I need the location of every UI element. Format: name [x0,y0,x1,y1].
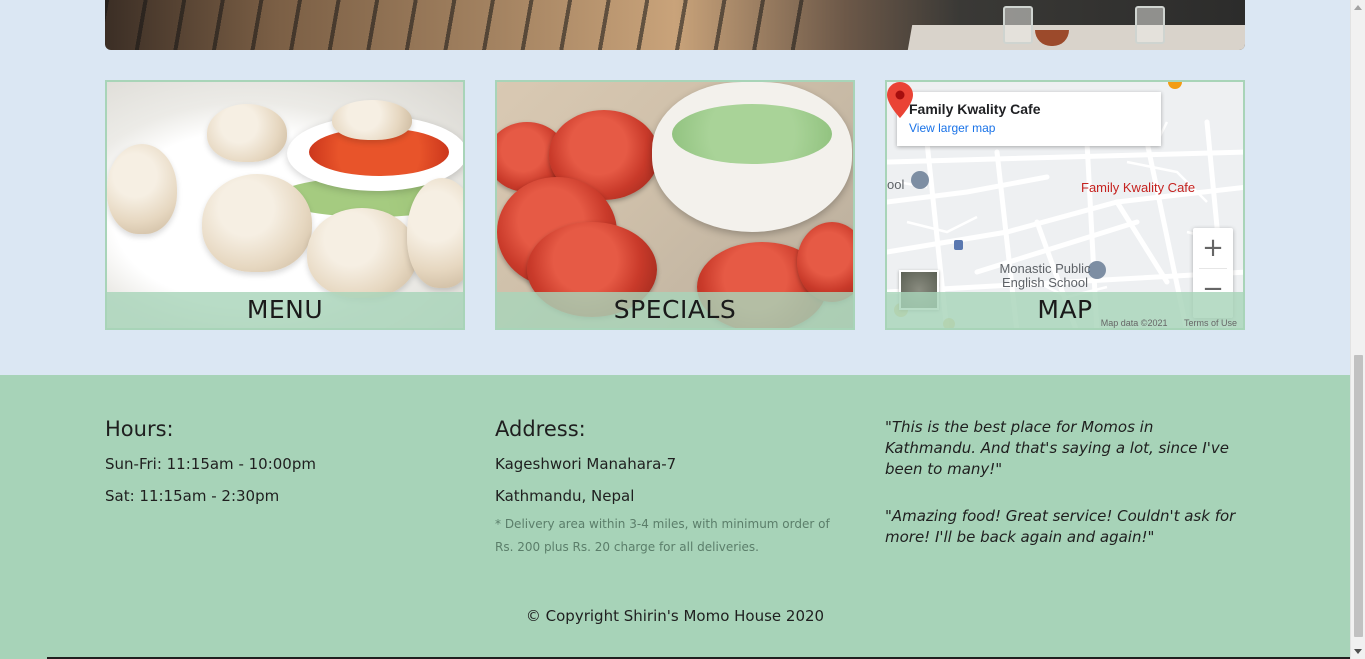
specials-tile[interactable]: SPECIALS [495,80,855,330]
map-attribution: Map data ©2021 Terms of Use [1087,318,1237,328]
view-larger-map-link[interactable]: View larger map [909,121,1149,135]
scroll-up-icon[interactable] [1354,5,1362,10]
map-data-credit: Map data ©2021 [1100,318,1168,328]
reviews-section: "This is the best place for Momos in Kat… [885,417,1245,574]
hours-saturday: Sat: 11:15am - 2:30pm [105,487,280,505]
address-section: Address: Kageshwori Manahara-7 Kathmandu… [495,417,840,559]
scrollbar-thumb[interactable] [1354,355,1363,637]
address-street: Kageshwori Manahara-7 [495,455,677,473]
zoom-in-icon[interactable]: + [1193,228,1233,268]
specials-tile-label[interactable]: SPECIALS [497,292,853,328]
address-heading: Address: [495,417,586,441]
chutney-bowl-graphic [652,82,852,232]
hero-image [105,0,1245,50]
footer: Hours: Sun-Fri: 11:15am - 10:00pm Sat: 1… [0,375,1350,659]
glass-graphic [1003,6,1033,44]
review-quote: "Amazing food! Great service! Couldn't a… [885,507,1236,546]
hours-section: Hours: Sun-Fri: 11:15am - 10:00pm Sat: 1… [105,417,465,519]
copyright-text: © Copyright Shirin's Momo House 2020 [525,607,825,625]
map-info-card: Family Kwality Cafe View larger map [897,92,1161,146]
page-scrollbar[interactable] [1350,0,1365,659]
menu-tile-label[interactable]: MENU [107,292,463,328]
hero-chairs-graphic [105,0,805,50]
map-pin-icon[interactable] [887,82,913,118]
map-place-name: Family Kwality Cafe [909,101,1041,117]
menu-tile[interactable]: MENU [105,80,465,330]
delivery-note: * Delivery area within 3-4 miles, with m… [495,517,830,554]
partial-poi-label: ool [887,177,905,192]
scroll-down-icon[interactable] [1354,649,1362,654]
address-city: Kathmandu, Nepal [495,487,635,505]
review-quote: "This is the best place for Momos in Kat… [885,418,1229,478]
map-terms-link[interactable]: Terms of Use [1184,318,1237,328]
hours-heading: Hours: [105,417,174,441]
map-pin-label[interactable]: Family Kwality Cafe [1081,180,1195,195]
map-tile[interactable]: Family Kwality Cafe View larger map ool … [885,80,1245,330]
school-poi-label: Monastic Public English School [999,261,1091,290]
hero-table-graphic [907,25,1245,50]
glass-graphic [1135,6,1165,44]
hours-weekday: Sun-Fri: 11:15am - 10:00pm [105,455,316,473]
